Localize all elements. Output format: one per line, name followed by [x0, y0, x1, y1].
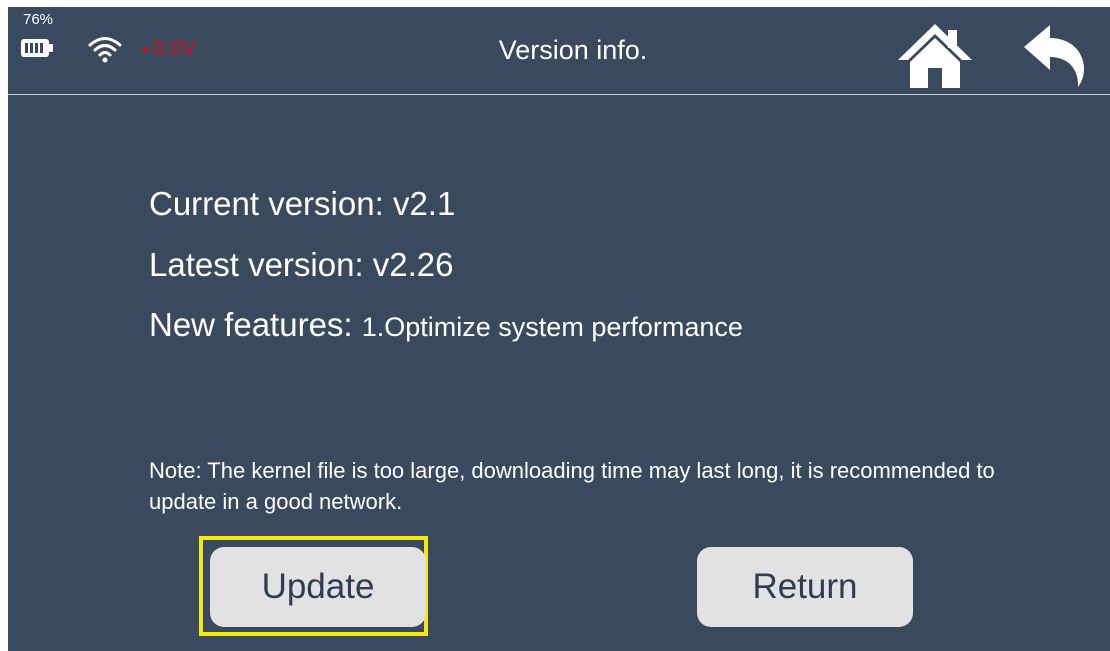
- wifi-icon: [88, 37, 122, 63]
- return-button[interactable]: Return: [697, 547, 913, 627]
- battery-icon: [21, 39, 53, 57]
- current-version-value: v2.1: [392, 185, 456, 222]
- current-version-row: Current version: v2.1: [149, 185, 455, 223]
- app-screen: 76% ▲ 0.0V Version info. Current version…: [8, 7, 1110, 651]
- voltage-indicator: ▲ 0.0V: [140, 37, 196, 61]
- battery-percent: 76%: [23, 11, 54, 28]
- back-arrow-icon[interactable]: [1020, 21, 1086, 87]
- latest-version-row: Latest version: v2.26: [149, 246, 454, 284]
- page-title: Version info.: [498, 35, 648, 65]
- home-icon[interactable]: [896, 22, 974, 88]
- latest-version-label: Latest version:: [149, 246, 373, 283]
- current-version-label: Current version:: [149, 185, 393, 222]
- new-features-label: New features:: [149, 306, 362, 343]
- voltage-value: 0.0V: [152, 37, 197, 60]
- new-features-row: New features: 1.Optimize system performa…: [149, 306, 743, 344]
- latest-version-value: v2.26: [372, 246, 454, 283]
- warning-icon: ▲: [140, 43, 151, 55]
- update-note: Note: The kernel file is too large, down…: [149, 458, 995, 514]
- new-features-value: 1.Optimize system performance: [361, 312, 743, 342]
- update-button[interactable]: Update: [210, 547, 426, 627]
- top-bar: 76% ▲ 0.0V Version info.: [8, 7, 1110, 95]
